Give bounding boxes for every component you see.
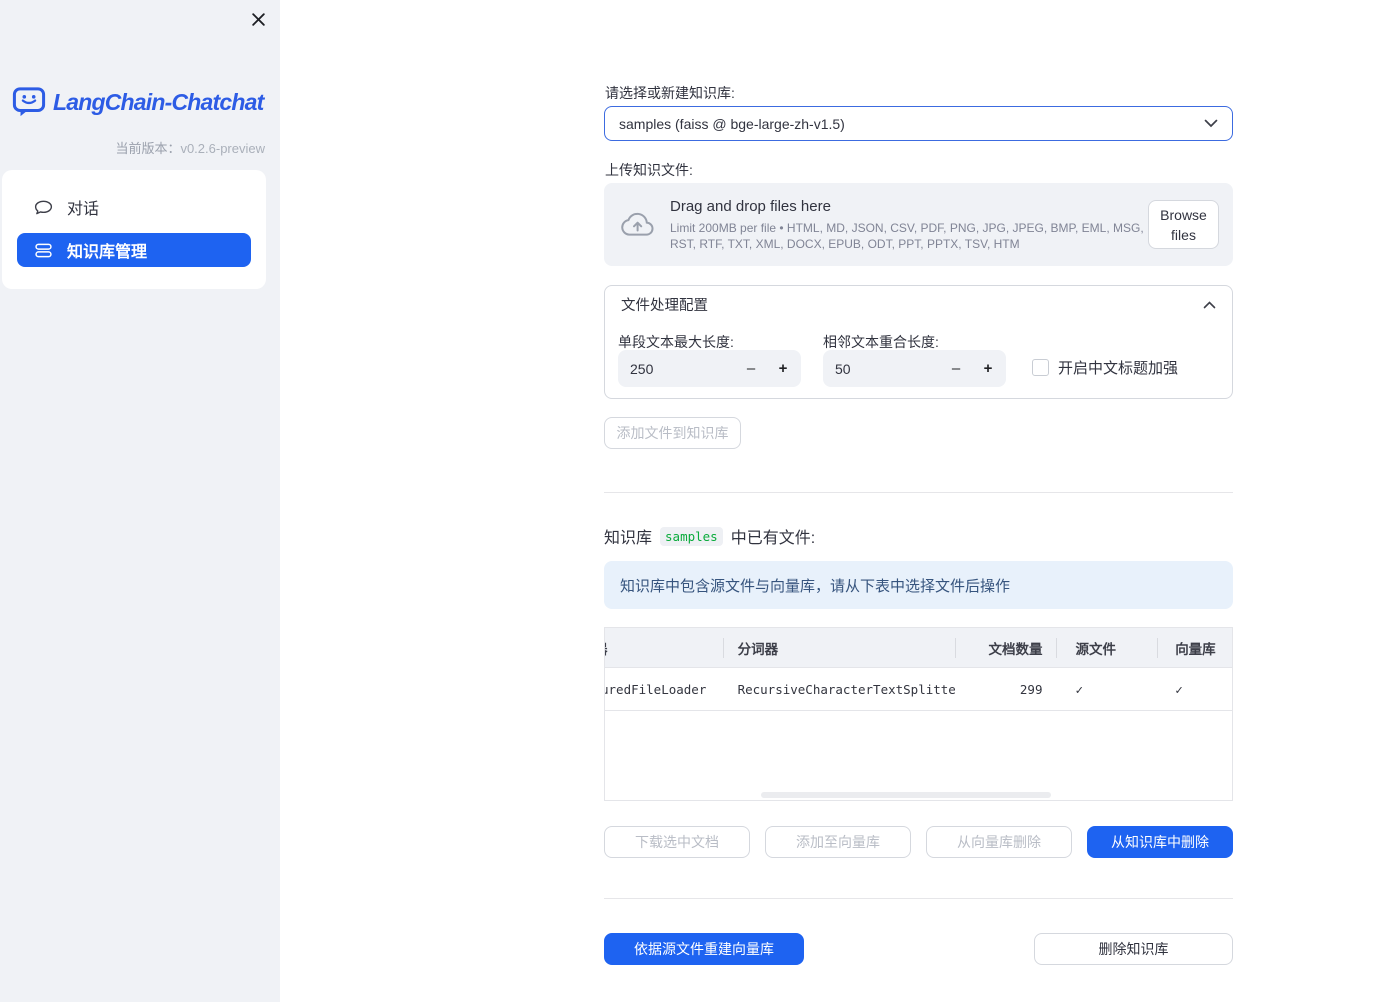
sidebar-item-knowledge-base[interactable]: 知识库管理 xyxy=(17,233,251,267)
add-to-vector-store-button[interactable]: 添加至向量库 xyxy=(765,826,911,858)
browse-files-button[interactable]: Browse files xyxy=(1148,200,1219,249)
file-dropzone[interactable]: Drag and drop files here Limit 200MB per… xyxy=(604,183,1233,266)
existing-files-heading: 知识库 samples 中已有文件: xyxy=(604,524,815,548)
cell-doc-count: 299 xyxy=(1019,681,1043,697)
column-header-source-file[interactable]: 源文件 xyxy=(1056,628,1157,667)
divider xyxy=(604,898,1233,899)
checkbox-unchecked-icon[interactable] xyxy=(1032,359,1049,376)
kb-name-code: samples xyxy=(660,526,723,546)
sidebar: LangChain-Chatchat 当前版本：v0.2.6-preview 对… xyxy=(0,0,280,1002)
close-icon xyxy=(250,11,267,28)
version-label: 当前版本： xyxy=(115,141,181,156)
upload-label: 上传知识文件: xyxy=(605,162,693,178)
overlap-size-value: 50 xyxy=(835,360,851,377)
kb-select-label: 请选择或新建知识库: xyxy=(605,85,735,101)
step-down-button[interactable]: – xyxy=(940,350,972,387)
file-config-expander: 文件处理配置 单段文本最大长度: 250 – + 相邻文本重合长度: 50 – … xyxy=(604,285,1233,399)
cell-splitter: RecursiveCharacterTextSplitter xyxy=(737,681,955,697)
chunk-size-input[interactable]: 250 – + xyxy=(618,350,801,387)
info-alert: 知识库中包含源文件与向量库，请从下表中选择文件后操作 xyxy=(604,561,1233,609)
info-alert-text: 知识库中包含源文件与向量库，请从下表中选择文件后操作 xyxy=(620,577,1011,595)
column-header-vector-store[interactable]: 向量库 xyxy=(1157,628,1232,667)
dropzone-title: Drag and drop files here xyxy=(670,197,831,215)
heading-prefix: 知识库 xyxy=(604,530,653,547)
chat-smiley-logo-icon xyxy=(12,86,46,118)
dropzone-hint: Limit 200MB per file • HTML, MD, JSON, C… xyxy=(670,220,1144,251)
sidebar-item-label: 知识库管理 xyxy=(67,244,148,261)
chunk-size-label: 单段文本最大长度: xyxy=(618,334,734,350)
app-title: LangChain-Chatchat xyxy=(53,88,264,115)
table-row[interactable]: uredFileLoader RecursiveCharacterTextSpl… xyxy=(605,668,1232,711)
column-header-splitter[interactable]: 分词器 xyxy=(722,628,955,667)
kb-select-value: samples (faiss @ bge-large-zh-v1.5) xyxy=(619,115,845,132)
table-header-row: 器 分词器 文档数量 源文件 向量库 xyxy=(605,628,1232,668)
column-header-doc-count[interactable]: 文档数量 xyxy=(954,628,1057,667)
zh-title-checkbox-label: 开启中文标题加强 xyxy=(1058,360,1179,377)
cloud-upload-icon xyxy=(621,211,654,238)
chunk-size-value: 250 xyxy=(630,360,654,377)
step-up-button[interactable]: + xyxy=(767,350,799,387)
chat-bubble-icon xyxy=(33,197,54,218)
divider xyxy=(604,492,1233,493)
cell-loader: uredFileLoader xyxy=(605,681,707,697)
expander-header[interactable]: 文件处理配置 xyxy=(605,286,1232,323)
version-value: v0.2.6-preview xyxy=(180,141,265,156)
heading-suffix: 中已有文件: xyxy=(730,530,816,547)
column-header-loader[interactable]: 器 xyxy=(605,628,723,667)
kb-select[interactable]: samples (faiss @ bge-large-zh-v1.5) xyxy=(604,106,1233,141)
step-down-button[interactable]: – xyxy=(735,350,767,387)
overlap-size-input[interactable]: 50 – + xyxy=(823,350,1006,387)
database-icon xyxy=(33,240,54,261)
rebuild-vector-store-button[interactable]: 依据源文件重建向量库 xyxy=(604,933,804,965)
delete-from-kb-button[interactable]: 从知识库中删除 xyxy=(1087,826,1233,858)
chevron-up-icon xyxy=(1203,300,1216,309)
table-horizontal-scrollbar[interactable] xyxy=(761,792,1051,798)
sidebar-nav: 对话 知识库管理 xyxy=(2,170,266,289)
sidebar-item-dialogue[interactable]: 对话 xyxy=(17,190,251,224)
expander-title: 文件处理配置 xyxy=(621,298,708,314)
delete-from-vector-store-button[interactable]: 从向量库删除 xyxy=(926,826,1072,858)
cell-vector-store-check: ✓ xyxy=(1175,681,1183,697)
chevron-down-icon xyxy=(1204,119,1218,128)
files-dataframe: 器 分词器 文档数量 源文件 向量库 uredFileLoader Recurs… xyxy=(604,627,1233,801)
cell-source-file-check: ✓ xyxy=(1075,681,1084,697)
zh-title-checkbox-row[interactable]: 开启中文标题加强 xyxy=(1032,357,1178,378)
main-content: 请选择或新建知识库: samples (faiss @ bge-large-zh… xyxy=(604,0,1233,1002)
add-files-to-kb-button[interactable]: 添加文件到知识库 xyxy=(604,417,741,449)
delete-kb-button[interactable]: 删除知识库 xyxy=(1034,933,1233,965)
dropzone-texts: Drag and drop files here Limit 200MB per… xyxy=(670,198,1148,252)
version-text: 当前版本：v0.2.6-preview xyxy=(115,138,265,157)
overlap-size-label: 相邻文本重合长度: xyxy=(823,334,939,350)
app-logo: LangChain-Chatchat xyxy=(12,86,268,118)
step-up-button[interactable]: + xyxy=(972,350,1004,387)
sidebar-item-label: 对话 xyxy=(67,201,100,218)
sidebar-close-button[interactable] xyxy=(246,7,270,31)
download-selected-button[interactable]: 下载选中文档 xyxy=(604,826,750,858)
